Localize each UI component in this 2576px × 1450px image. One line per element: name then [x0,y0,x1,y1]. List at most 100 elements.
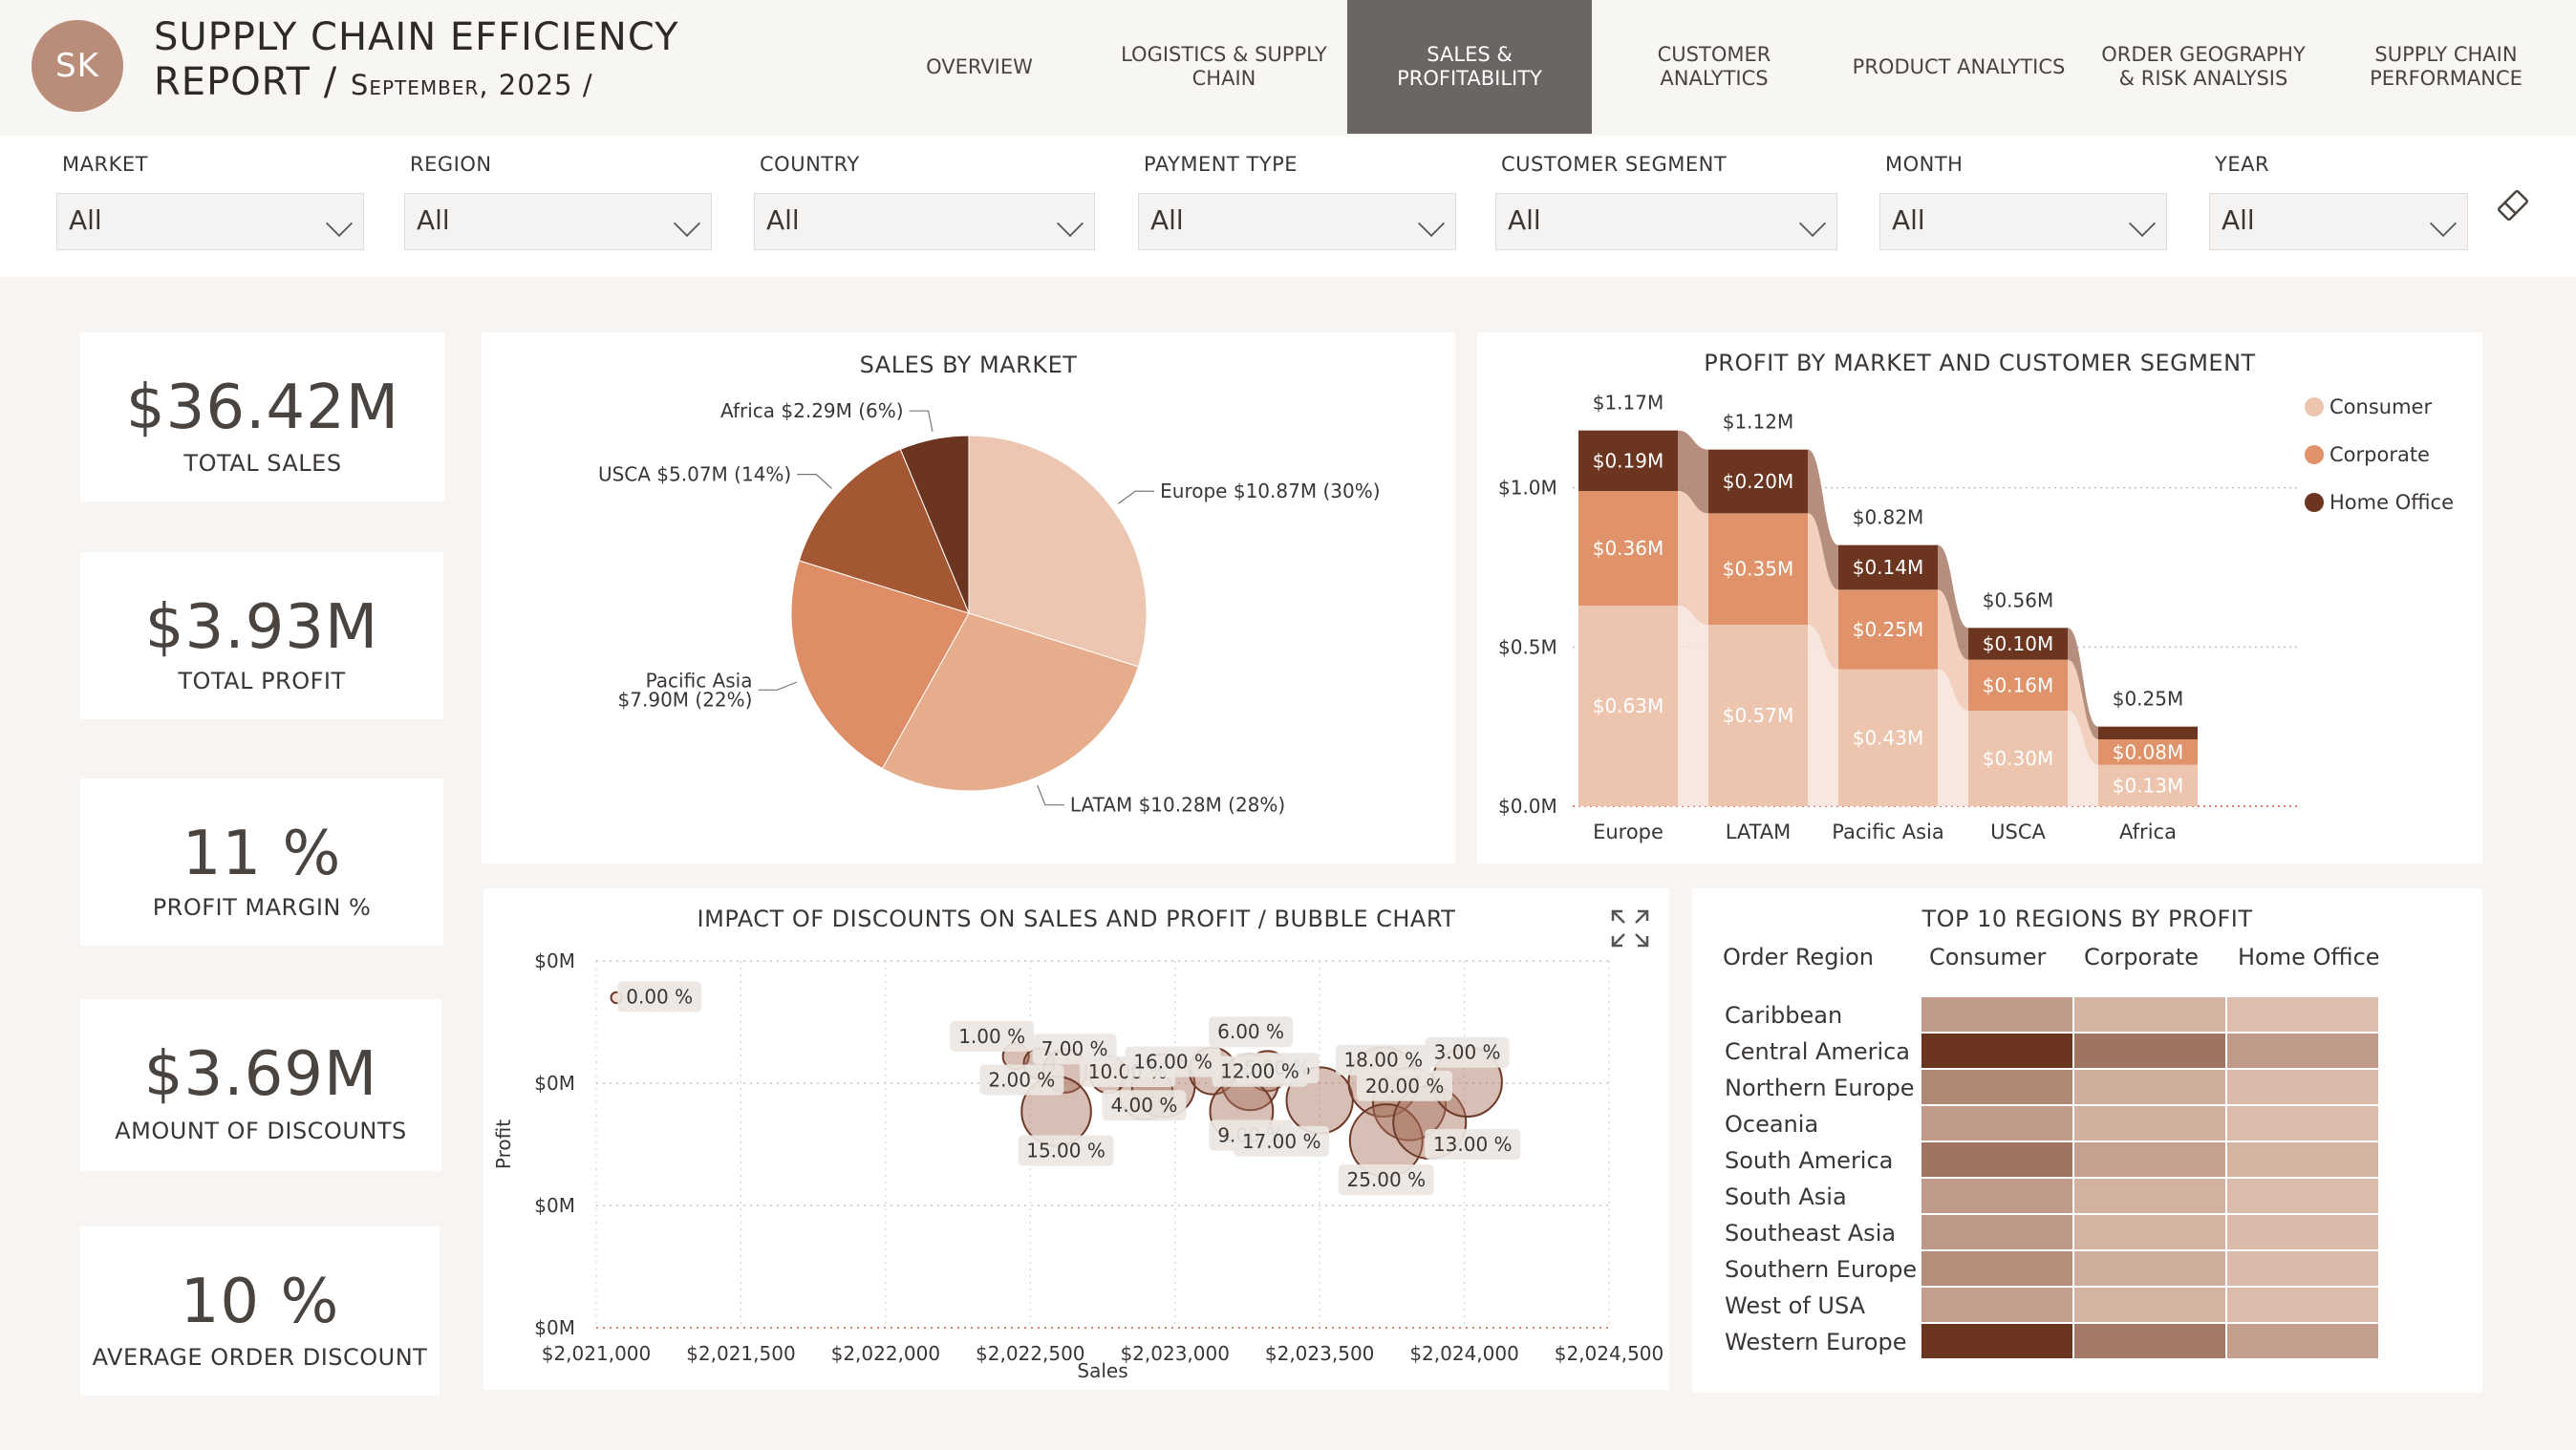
heatmap-cell [2074,1142,2225,1177]
bubble-label: 17.00 % [1242,1130,1321,1153]
y-tick-label: $0M [534,1072,575,1095]
dropdown-value: All [69,204,102,236]
bar-data-label: $0.57M [1723,704,1794,727]
heatmap-cell [2227,1324,2378,1358]
bar-data-label: $0.13M [2113,774,2184,797]
heatmap-cell [1921,1106,2072,1141]
kpi-value: $3.93M [144,592,379,663]
dropdown-value: All [417,204,450,236]
profit-stacked-bar-chart: $0.0M $0.5M $1.0M $0.63M $0.36M $0.19M $1.17M E… [1498,392,2454,843]
bubble-label: 20.00 % [1365,1075,1445,1098]
bar-data-label: $0.63M [1593,694,1664,717]
chevron-down-icon [1417,209,1446,238]
bar-data-label: $0.35M [1723,558,1794,581]
sales-by-market-card: SALES BY MARKET Europe $10.87M (30%) LATA… [482,332,1455,864]
bubble-label: 25.00 % [1346,1168,1426,1191]
bar-segment-home-office [2098,726,2198,739]
heatmap-cell [1921,997,2072,1032]
tab-product-analytics[interactable]: PRODUCT ANALYTICS [1836,0,2081,134]
x-tick-label: USCA [1990,821,2046,843]
heatmap-cell [2074,1251,2225,1286]
tab-overview[interactable]: OVERVIEW [857,0,1102,134]
heatmap-cell [2074,1070,2225,1104]
kpi-value: 11 % [182,819,342,889]
heatmap-cell [2074,1034,2225,1068]
pie-data-label: LATAM $10.28M (28%) [1070,794,1285,817]
heatmap-cell [2227,1288,2378,1322]
y-tick-label: $0M [534,1316,575,1339]
legend-marker [2305,493,2324,512]
kpi-label: AMOUNT OF DISCOUNTS [115,1118,407,1144]
bar-data-label: $0.14M [1853,556,1924,579]
dropdown-value: All [1508,204,1541,236]
title-line1: SUPPLY CHAIN EFFICIENCY [154,15,679,59]
kpi-profit-margin: 11 % PROFIT MARGIN % [80,778,443,946]
x-tick-label: $2,024,500 [1555,1342,1664,1365]
pie-data-label: Europe $10.87M (30%) [1160,480,1380,502]
payment-type-dropdown[interactable]: All [1138,193,1456,250]
heatmap-cell [2074,1324,2225,1358]
kpi-value: $3.69M [143,1039,378,1110]
heatmap-cell [1921,1179,2072,1213]
month-dropdown[interactable]: All [1879,193,2167,250]
legend-marker [2305,397,2324,416]
heatmap-cell [1921,1034,2072,1068]
bubble-label: 16.00 % [1133,1051,1213,1074]
market-dropdown[interactable]: All [56,193,364,250]
heatmap-cell [2227,1251,2378,1286]
bar-data-label: $0.16M [1983,673,2054,696]
bar-data-label: $0.19M [1593,449,1664,472]
region-dropdown[interactable]: All [404,193,712,250]
x-tick-label: $2,021,500 [686,1342,796,1365]
heatmap-cell [1921,1070,2072,1104]
heatmap-cell [2227,1034,2378,1068]
bar-data-label: $0.36M [1593,537,1664,560]
filter-label: YEAR [2215,153,2270,176]
tab-order-geography-risk[interactable]: ORDER GEOGRAPHY & RISK ANALYSIS [2081,0,2326,134]
customer-segment-dropdown[interactable]: All [1495,193,1837,250]
bar-data-label: $0.30M [1983,747,2054,770]
clear-filters-eraser-icon[interactable] [2494,186,2532,224]
bubble-label: 6.00 % [1217,1020,1284,1043]
year-dropdown[interactable]: All [2209,193,2468,250]
kpi-value: $36.42M [125,373,400,443]
top-regions-card: TOP 10 REGIONS BY PROFIT Order Region Co… [1692,888,2482,1393]
pie-leader-line [758,681,798,691]
avatar: SK [32,20,123,112]
bubble-label: 13.00 % [1433,1133,1513,1156]
ribbon-connector [1678,606,1708,806]
x-tick-label: $2,023,000 [1120,1342,1230,1365]
bar-total-label: $1.17M [1593,392,1664,415]
filter-label: MARKET [62,153,148,176]
heatmap-cell [2227,1142,2378,1177]
bar-total-label: $0.25M [2113,688,2184,711]
discount-impact-bubble-card: IMPACT OF DISCOUNTS ON SALES AND PROFIT … [483,888,1669,1390]
heatmap-cell [1921,1215,2072,1249]
dropdown-value: All [1150,204,1184,236]
kpi-value: 10 % [180,1267,340,1337]
heatmap-cell [2074,1179,2225,1213]
dropdown-value: All [1892,204,1925,236]
top-bar: SK SUPPLY CHAIN EFFICIENCY REPORT / Sept… [0,0,2576,135]
kpi-average-order-discount: 10 % AVERAGE ORDER DISCOUNT [80,1226,440,1396]
kpi-label: AVERAGE ORDER DISCOUNT [92,1344,428,1371]
tab-sales-profitability[interactable]: SALES & PROFITABILITY [1347,0,1592,134]
tab-supply-chain-performance[interactable]: SUPPLY CHAIN PERFORMANCE [2324,0,2568,134]
kpi-total-profit: $3.93M TOTAL PROFIT [80,552,443,719]
kpi-amount-of-discounts: $3.69M AMOUNT OF DISCOUNTS [80,999,441,1171]
bubble-label: 0.00 % [626,985,693,1008]
x-tick-label: $2,021,000 [542,1342,652,1365]
tab-customer-analytics[interactable]: CUSTOMER ANALYTICS [1592,0,1836,134]
x-tick-label: $2,023,500 [1265,1342,1375,1365]
chevron-down-icon [673,209,701,238]
heatmap-cell [2074,1288,2225,1322]
y-tick-label: $0M [534,1194,575,1217]
country-dropdown[interactable]: All [754,193,1095,250]
title-line2: REPORT / [154,60,338,104]
filter-label: REGION [410,153,492,176]
kpi-label: PROFIT MARGIN % [152,894,372,921]
kpi-total-sales: $36.42M TOTAL SALES [80,332,445,501]
bar-data-label: $0.43M [1853,726,1924,749]
heatmap-cell [2227,1215,2378,1249]
tab-logistics-supply-chain[interactable]: LOGISTICS & SUPPLY CHAIN [1102,0,1346,134]
